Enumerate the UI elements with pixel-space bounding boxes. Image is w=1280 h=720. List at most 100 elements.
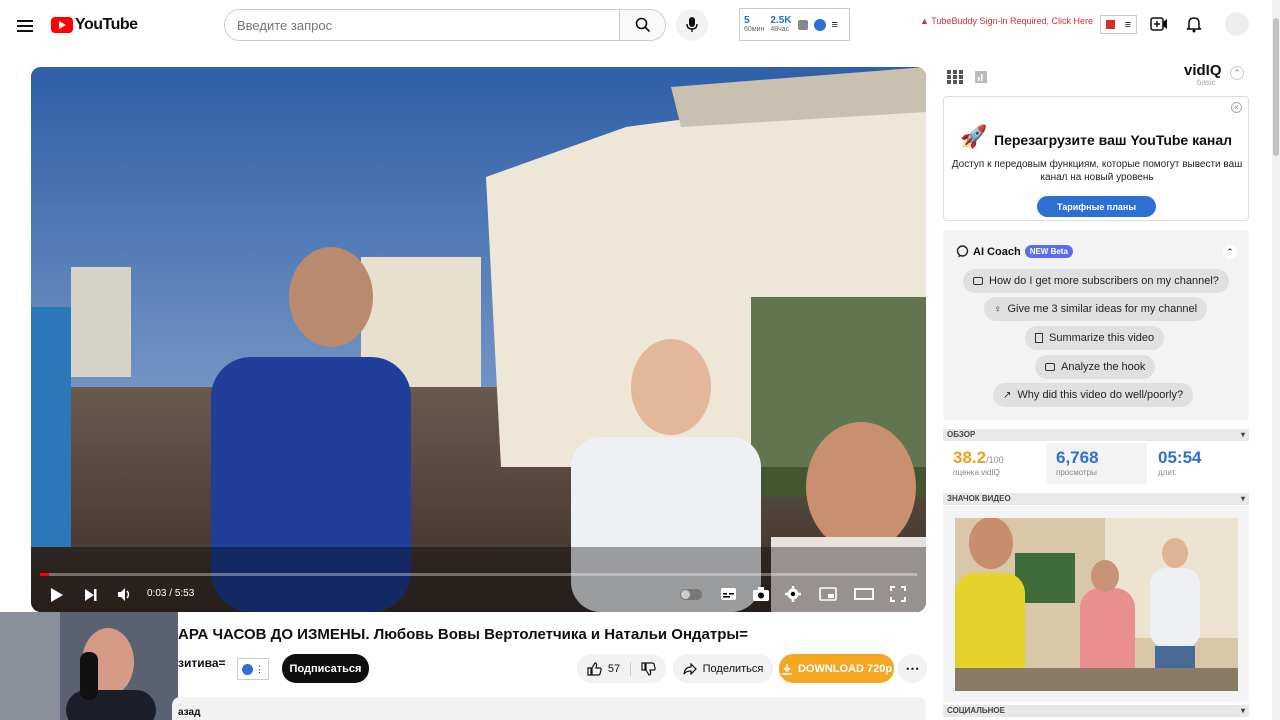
download-icon [781,663,792,675]
vidiq-logo-text: vidIQ [1184,62,1222,79]
chevron-up-icon[interactable]: ⌃ [1223,245,1237,259]
subtitles-icon[interactable] [720,587,737,601]
like-dislike-group: 57 [577,654,666,683]
more-actions-button[interactable]: ⋯ [898,654,927,683]
tubebuddy-warning-text: TubeBuddy Sign-in Required, Click Here [931,16,1094,26]
webcam-image [0,612,178,720]
vidiq-tier: basic [1197,78,1216,87]
list-icon: ≡ [1124,18,1132,31]
share-button[interactable]: Поделиться [673,654,773,683]
description-box[interactable]: азад [172,697,926,720]
autoplay-toggle[interactable] [680,589,702,600]
social-header[interactable]: СОЦИАЛЬНОЕ [943,705,1249,717]
thumbs-down-icon[interactable] [641,661,656,676]
video-thumbnail[interactable] [955,518,1238,691]
coach-chip-ideas[interactable]: ♀ Give me 3 similar ideas for my channel [984,297,1208,321]
video-player[interactable]: 0:03 / 5:53 [31,67,926,612]
miniplayer-icon[interactable] [819,587,837,601]
thumbnail-header[interactable]: ЗНАЧОК ВИДЕО [943,493,1249,505]
video-icon [973,277,983,285]
list-icon[interactable]: ≡ [832,19,838,31]
coach-chip-label: Why did this video do well/poorly? [1017,389,1184,401]
mic-icon [686,17,698,32]
thumbs-up-icon [587,661,602,676]
camera-icon[interactable] [752,586,770,602]
youtube-logo[interactable]: YouTube [51,16,138,34]
settings-icon[interactable] [785,586,801,602]
fullscreen-icon[interactable] [890,586,906,602]
time-separator: / [169,588,173,599]
duration-label: длит. [1158,468,1177,477]
score-label: оценка vidIQ [953,468,1000,477]
bell-icon[interactable] [1186,15,1202,33]
video-icon [1045,363,1055,371]
views-value: 6,768 [1056,448,1099,467]
promo-title: Перезагрузите ваш YouTube канал [994,132,1233,148]
scrollbar[interactable] [1272,0,1280,720]
new-beta-badge: NEW Beta [1024,245,1073,258]
coach-chip-performance[interactable]: ↗ Why did this video do well/poorly? [993,383,1194,407]
chart-icon[interactable] [797,19,808,30]
channel-name[interactable]: зитива= [178,656,226,670]
score-metric: 38.2/100 оценка vidIQ [943,443,1045,484]
coach-chip-label: How do I get more subscribers on my chan… [989,275,1219,287]
tubebuddy-button[interactable]: ≡ [1100,15,1137,34]
share-label: Поделиться [702,662,764,675]
like-count: 57 [607,662,621,675]
top-bar: YouTube 560мин 2.5K48час ≡ ▲ TubeBuddy S… [0,0,1280,50]
coach-chip-label: Summarize this video [1049,332,1155,344]
close-icon[interactable]: × [1231,102,1242,113]
vidiq-badge-icon[interactable] [813,18,826,31]
search-input[interactable] [225,10,619,40]
logo-text: YouTube [75,16,138,33]
create-icon[interactable] [1150,16,1168,32]
time-display: 0:03 / 5:53 [147,588,194,599]
next-icon[interactable] [84,588,98,602]
coach-chip-label: Give me 3 similar ideas for my channel [1007,303,1198,315]
more-horizontal-icon: ⋯ [905,660,920,676]
vidiq-stats-widget[interactable]: 5 60мин 2.5K 48час ≡ [739,8,850,41]
subscribe-button[interactable]: Подписаться [282,654,369,683]
ai-coach-card: AI Coach NEW Beta ⌃ How do I get more su… [943,230,1249,420]
collapse-icon[interactable]: ⌃ [1230,66,1244,80]
vidiq-channel-badge[interactable]: ⋮ [237,658,269,680]
mic-button[interactable] [676,9,708,41]
coach-chip-label: Analyze the hook [1061,361,1146,373]
stats-icon[interactable] [975,71,987,83]
avatar[interactable] [1225,12,1249,36]
volume-icon[interactable] [117,587,133,602]
duration-value: 05:54 [1158,448,1202,467]
scrollbar-thumb[interactable] [1273,18,1279,156]
coach-chip-summarize[interactable]: Summarize this video [1025,326,1165,350]
chat-icon [956,245,969,258]
video-frame [31,67,926,612]
share-icon [683,662,697,675]
menu-icon[interactable] [17,17,33,35]
thumbnail-panel [943,506,1249,702]
score-max: /100 [986,455,1004,465]
progress-fill [40,573,49,576]
progress-bar[interactable] [40,573,917,576]
more-icon: ⋮ [255,663,264,674]
search-box [224,9,666,41]
overview-header[interactable]: ОБЗОР [943,429,1249,441]
views-label: просмотры [1056,468,1097,477]
coach-chip-subscribers[interactable]: How do I get more subscribers on my chan… [963,269,1229,293]
coach-chip-hook[interactable]: Analyze the hook [1035,355,1156,379]
tubebuddy-warning[interactable]: ▲ TubeBuddy Sign-in Required, Click Here [920,16,1093,26]
play-icon[interactable] [50,587,64,603]
search-button[interactable] [619,10,665,40]
like-button[interactable]: 57 [587,661,632,676]
stat-48h: 2.5K 48час [770,15,792,33]
download-label: DOWNLOAD 720p [797,662,893,675]
download-button[interactable]: DOWNLOAD 720p [779,654,894,683]
promo-text: Доступ к передовым функциям, которые пом… [951,159,1243,183]
theater-mode-icon[interactable] [854,588,874,600]
time-current: 0:03 [147,588,167,599]
warning-icon: ▲ [920,16,929,26]
plans-button[interactable]: Тарифные планы [1037,196,1156,217]
views-metric: 6,768 просмотры [1046,443,1147,484]
grid-view-icon[interactable] [947,70,963,84]
video-title: АРА ЧАСОВ ДО ИЗМЕНЫ. Любовь Вовы Вертоле… [178,626,748,643]
trend-icon: ↗ [1003,389,1012,401]
